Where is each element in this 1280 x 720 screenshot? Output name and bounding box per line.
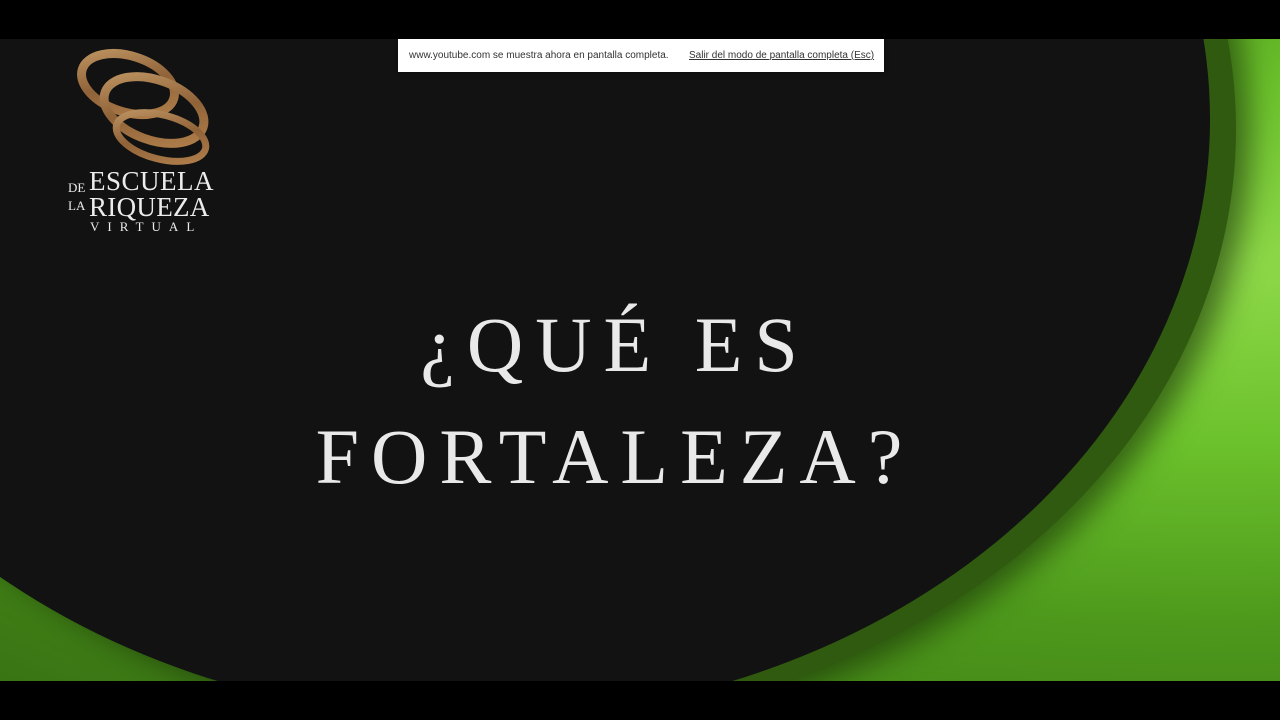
title-line-2: FORTALEZA?: [315, 413, 915, 500]
exit-fullscreen-link[interactable]: Salir del modo de pantalla completa (Esc…: [689, 50, 874, 61]
title-line-1: ¿QUÉ ES: [420, 301, 810, 388]
escuela-de-la-riqueza-logo: DE LA ESCUELA RIQUEZA VIRTUAL: [66, 42, 241, 238]
video-frame[interactable]: DE LA ESCUELA RIQUEZA VIRTUAL ¿QUÉ ES FO…: [0, 39, 1280, 681]
logo-rings-icon: [77, 49, 210, 165]
fullscreen-video-page: DE LA ESCUELA RIQUEZA VIRTUAL ¿QUÉ ES FO…: [0, 0, 1280, 720]
logo-de: DE: [68, 180, 86, 195]
logo-la: LA: [68, 198, 86, 213]
fullscreen-notice: www.youtube.com se muestra ahora en pant…: [398, 39, 884, 72]
fullscreen-notice-message: www.youtube.com se muestra ahora en pant…: [409, 50, 669, 61]
letterbox-top: [0, 0, 1280, 39]
letterbox-bottom: [0, 681, 1280, 720]
logo-riqueza: RIQUEZA: [89, 192, 210, 222]
video-title-text: ¿QUÉ ES FORTALEZA?: [0, 289, 1230, 513]
logo-virtual: VIRTUAL: [90, 219, 203, 234]
